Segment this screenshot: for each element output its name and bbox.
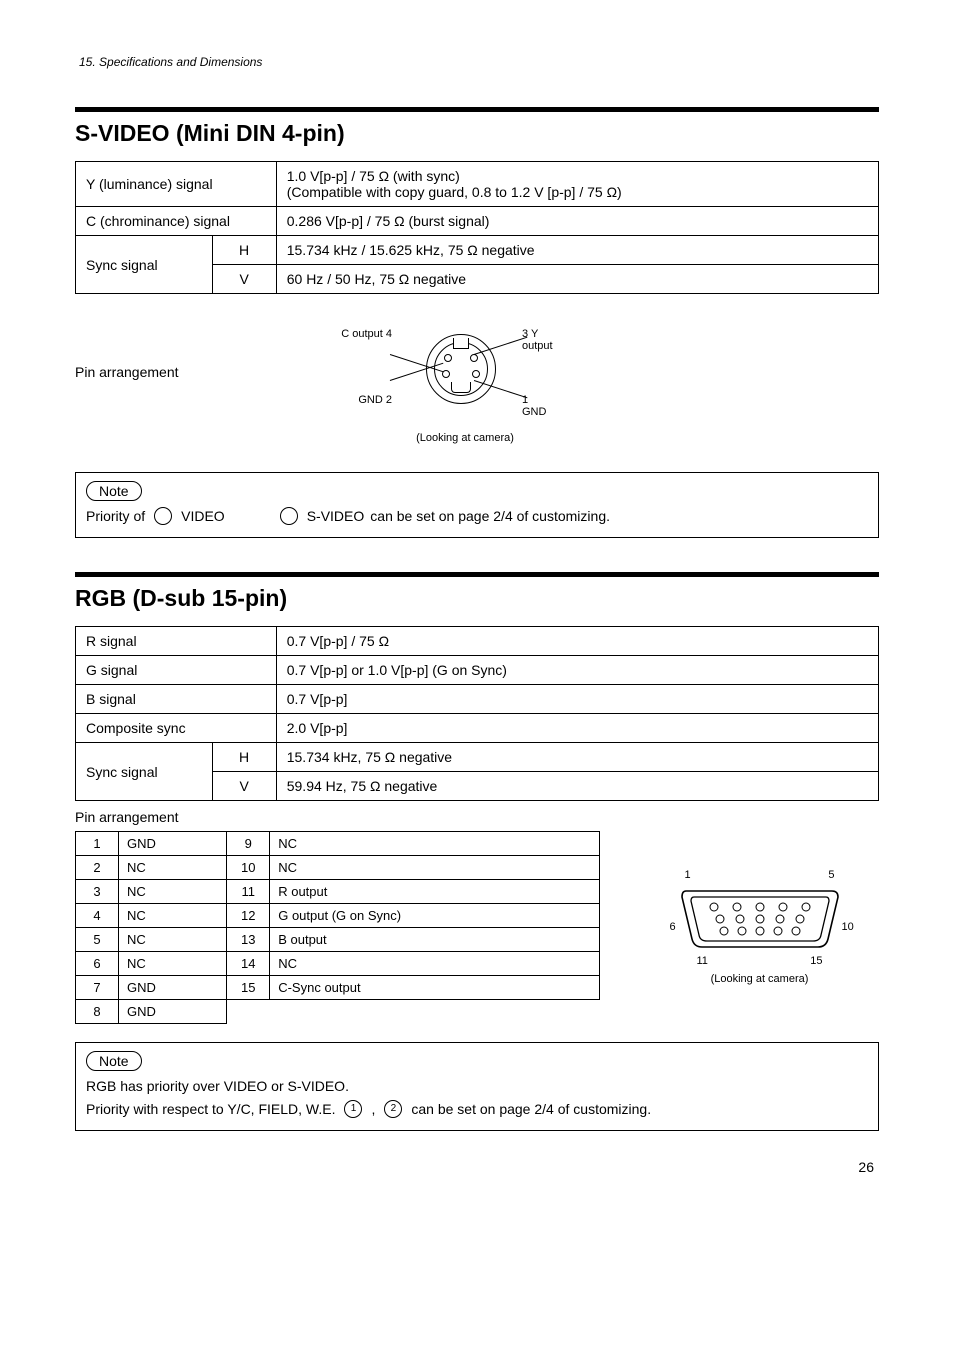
rgb-pin-10: NC	[270, 856, 600, 880]
rgb-pin-3: NC	[119, 880, 227, 904]
svideo-c-label: C (chrominance) signal	[76, 207, 277, 236]
dsub-lbl-10: 10	[842, 921, 854, 933]
svideo-y-value: 1.0 V[p-p] / 75 Ω (with sync) (Compatibl…	[276, 162, 878, 207]
dsub-lbl-15: 15	[810, 955, 822, 967]
svideo-c-value: 0.286 V[p-p] / 75 Ω (burst signal)	[276, 207, 878, 236]
rgb-sync-h-value: 15.734 kHz, 75 Ω negative	[276, 743, 878, 772]
svideo-sync-h-value: 15.734 kHz / 15.625 kHz, 75 Ω negative	[276, 236, 878, 265]
circled-2-icon: 2	[384, 1100, 402, 1118]
rgb-g-label: G signal	[76, 656, 277, 685]
rgb-pin-1: GND	[119, 832, 227, 856]
rgb-pin-7: GND	[119, 976, 227, 1000]
svideo-note-text-before: Priority of	[86, 505, 145, 527]
svideo-pin-1: 1 GND	[522, 394, 546, 418]
rgb-pin-2: NC	[119, 856, 227, 880]
section-svideo: S-VIDEO (Mini DIN 4-pin) Y (luminance) s…	[75, 107, 879, 538]
rgb-b-value: 0.7 V[p-p]	[276, 685, 878, 714]
rgb-note-line2a: Priority with respect to Y/C, FIELD, W.E…	[86, 1098, 335, 1120]
rgb-pin-caption: Pin arrangement	[75, 809, 600, 825]
rgb-pin-6: NC	[119, 952, 227, 976]
dsub-lbl-6: 6	[670, 921, 676, 933]
section-rgb: RGB (D-sub 15-pin) R signal 0.7 V[p-p] /…	[75, 572, 879, 1131]
mini-din-diagram: 3 Y output C output 4 1 GND GND 2 (Looki…	[400, 312, 520, 432]
rgb-b-label: B signal	[76, 685, 277, 714]
rgb-title: RGB (D-sub 15-pin)	[75, 585, 879, 612]
svideo-pin-3: 3 Y output	[522, 328, 553, 352]
svideo-note-svideo: S-VIDEO	[307, 505, 365, 527]
running-head: 15. Specifications and Dimensions	[79, 55, 879, 69]
rgb-pin-5: NC	[119, 928, 227, 952]
svideo-sync-v-label: V	[212, 265, 276, 294]
svideo-note: Note Priority of VIDEO S-VIDEO can be se…	[75, 472, 879, 538]
note-pill: Note	[86, 481, 142, 501]
rgb-cs-label: Composite sync	[76, 714, 277, 743]
rgb-sync-v-value: 59.94 Hz, 75 Ω negative	[276, 772, 878, 801]
rgb-spec-table: R signal 0.7 V[p-p] / 75 Ω G signal 0.7 …	[75, 626, 879, 801]
rgb-r-value: 0.7 V[p-p] / 75 Ω	[276, 627, 878, 656]
rgb-note-line1: RGB has priority over VIDEO or S-VIDEO.	[86, 1075, 868, 1097]
rgb-sync-label: Sync signal	[76, 743, 213, 801]
dsub-connector-diagram	[680, 883, 840, 953]
video-icon	[154, 507, 172, 525]
svideo-spec-table: Y (luminance) signal 1.0 V[p-p] / 75 Ω (…	[75, 161, 879, 294]
rgb-g-value: 0.7 V[p-p] or 1.0 V[p-p] (G on Sync)	[276, 656, 878, 685]
rgb-pin-4: NC	[119, 904, 227, 928]
svideo-sync-h-label: H	[212, 236, 276, 265]
svideo-pin-2: GND 2	[342, 394, 392, 406]
rgb-pin-table: 1GND 9NC 2NC 10NC 3NC 11R output 4NC 12G…	[75, 831, 600, 1024]
rgb-note: Note RGB has priority over VIDEO or S-VI…	[75, 1042, 879, 1131]
rgb-sync-h-label: H	[212, 743, 276, 772]
dsub-view: (Looking at camera)	[711, 973, 809, 985]
rgb-pin-8: GND	[119, 1000, 227, 1024]
rgb-pin-12: G output (G on Sync)	[270, 904, 600, 928]
rgb-pin-14: NC	[270, 952, 600, 976]
rgb-pin-9: NC	[270, 832, 600, 856]
rgb-pin-11: R output	[270, 880, 600, 904]
svideo-note-video: VIDEO	[181, 505, 225, 527]
svideo-pin-view: (Looking at camera)	[365, 432, 565, 444]
rgb-note-line2b: can be set on page 2/4 of customizing.	[411, 1098, 651, 1120]
svideo-sync-label: Sync signal	[76, 236, 213, 294]
svideo-title: S-VIDEO (Mini DIN 4-pin)	[75, 120, 879, 147]
circled-1-icon: 1	[344, 1100, 362, 1118]
page-number: 26	[858, 1159, 874, 1175]
rgb-pin-13: B output	[270, 928, 600, 952]
rgb-r-label: R signal	[76, 627, 277, 656]
rgb-sync-v-label: V	[212, 772, 276, 801]
dsub-lbl-1: 1	[685, 869, 691, 881]
rgb-cs-value: 2.0 V[p-p]	[276, 714, 878, 743]
dsub-lbl-11: 11	[697, 955, 708, 967]
svideo-icon	[280, 507, 298, 525]
svideo-pin-4: C output 4	[322, 328, 392, 340]
rgb-pin-15: C-Sync output	[270, 976, 600, 1000]
svideo-sync-v-value: 60 Hz / 50 Hz, 75 Ω negative	[276, 265, 878, 294]
note-pill-rgb: Note	[86, 1051, 142, 1071]
svideo-pin-caption: Pin arrangement	[75, 364, 240, 380]
svideo-note-text-after: can be set on page 2/4 of customizing.	[370, 505, 610, 527]
dsub-lbl-5: 5	[828, 869, 834, 881]
svideo-y-label: Y (luminance) signal	[76, 162, 277, 207]
